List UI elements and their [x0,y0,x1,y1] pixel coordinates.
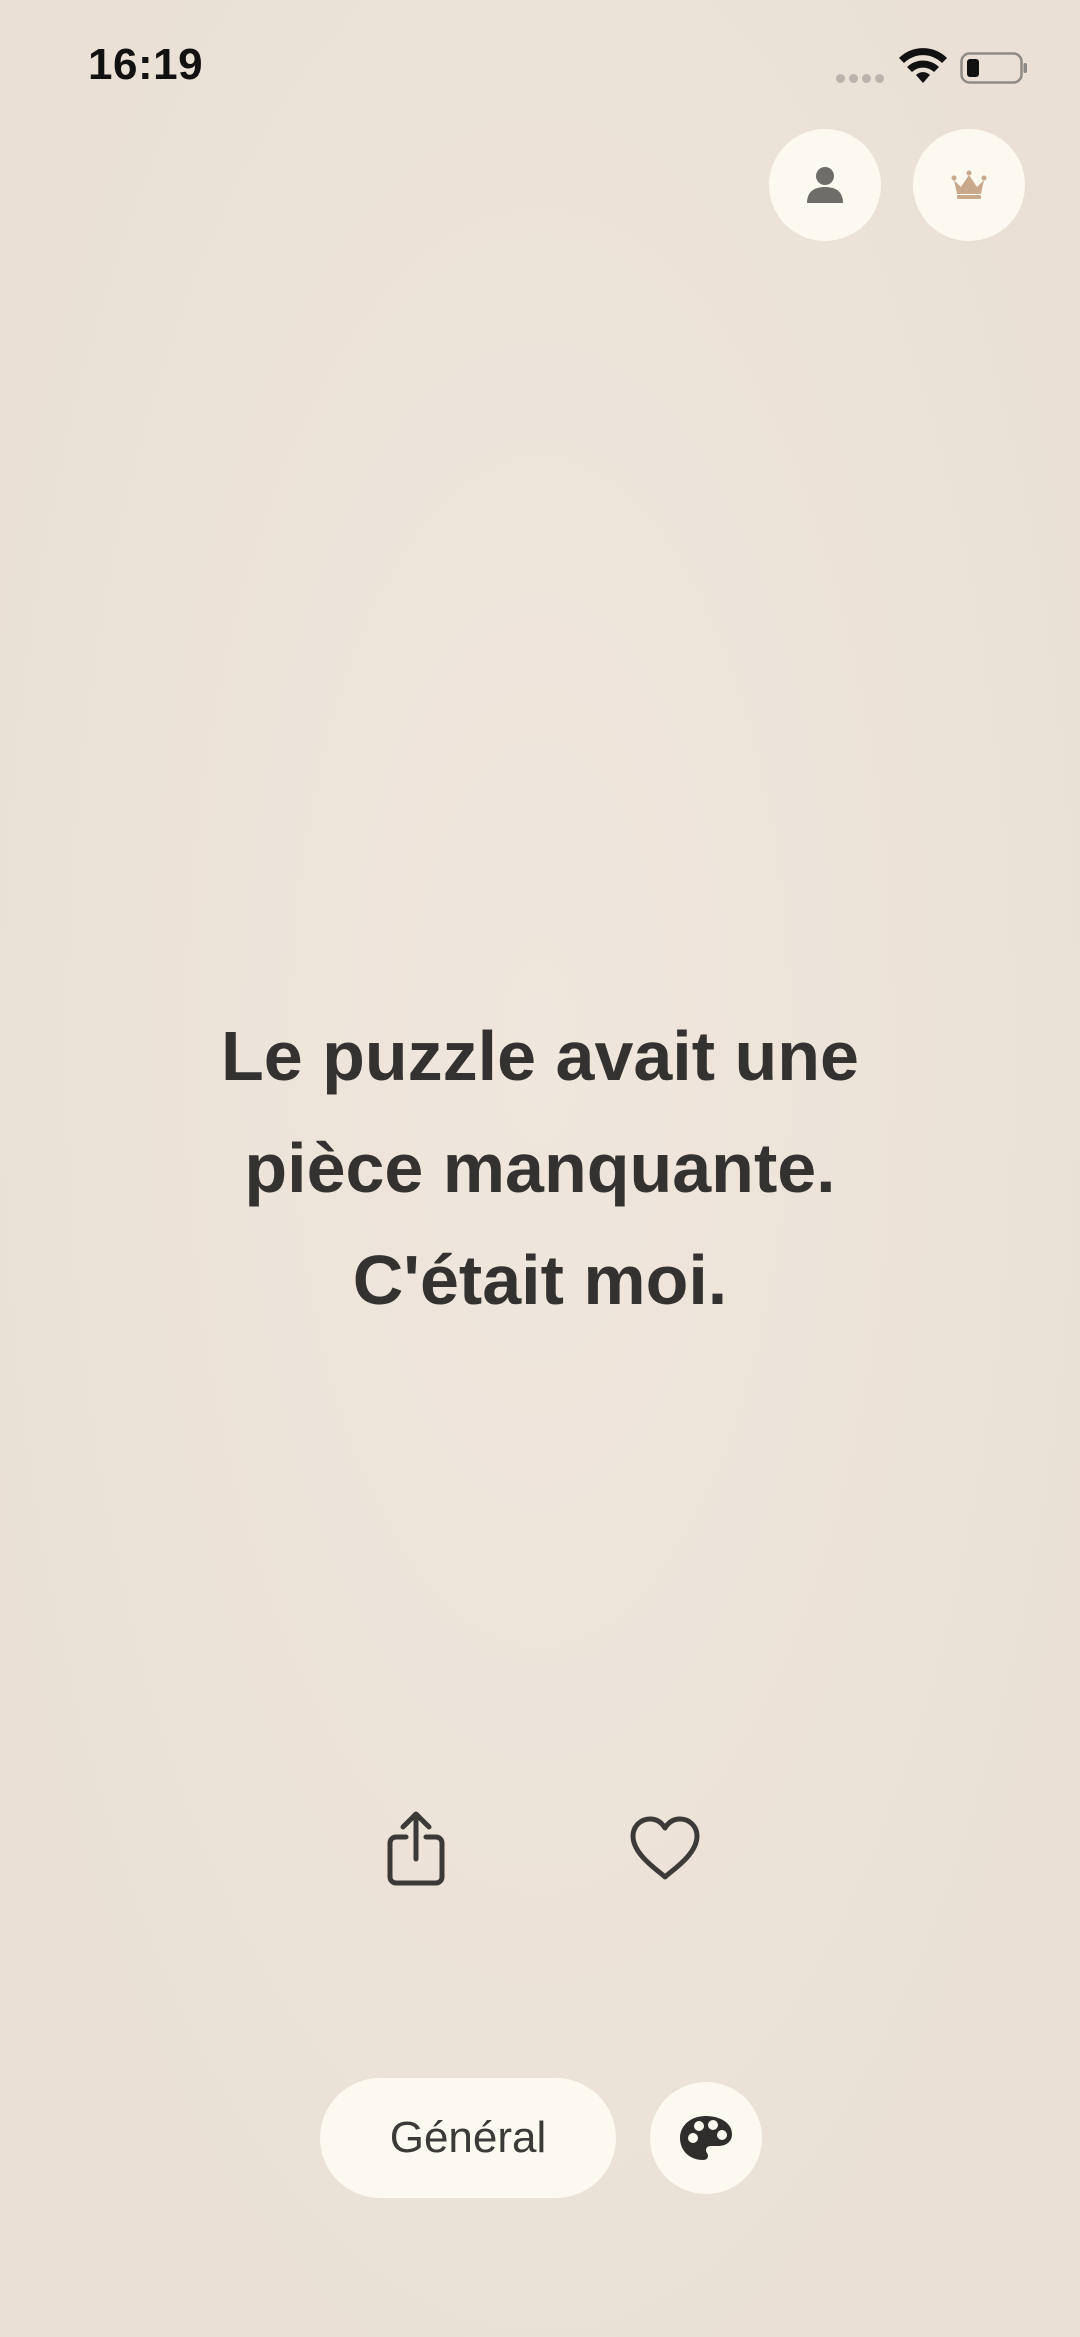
like-button[interactable] [620,1803,710,1893]
person-icon [807,167,843,203]
share-button[interactable] [371,1803,461,1893]
profile-button[interactable] [769,129,881,241]
battery-icon [960,52,1027,84]
premium-button[interactable] [913,129,1025,241]
share-icon [387,1811,445,1886]
category-label: Général [389,2113,547,2162]
quote-line-3: C'était moi. [352,1241,728,1319]
crown-icon [951,170,987,199]
status-bar: 16:19 [0,0,1080,140]
cellular-signal-icon [836,74,888,84]
category-button[interactable]: Général [320,2078,616,2198]
quote-line-1: Le puzzle avait une [221,1017,859,1095]
wifi-icon [899,48,947,83]
palette-icon [680,2116,732,2160]
status-time: 16:19 [88,40,204,89]
quote-line-2: pièce manquante. [244,1129,836,1207]
heart-icon [630,1816,700,1880]
quote-text: Le puzzle avait une pièce manquante. C'é… [90,1000,990,1336]
app-screen: 16:19 Le puzzle avait une pièce manquant… [0,0,1080,2337]
theme-button[interactable] [650,2082,762,2194]
